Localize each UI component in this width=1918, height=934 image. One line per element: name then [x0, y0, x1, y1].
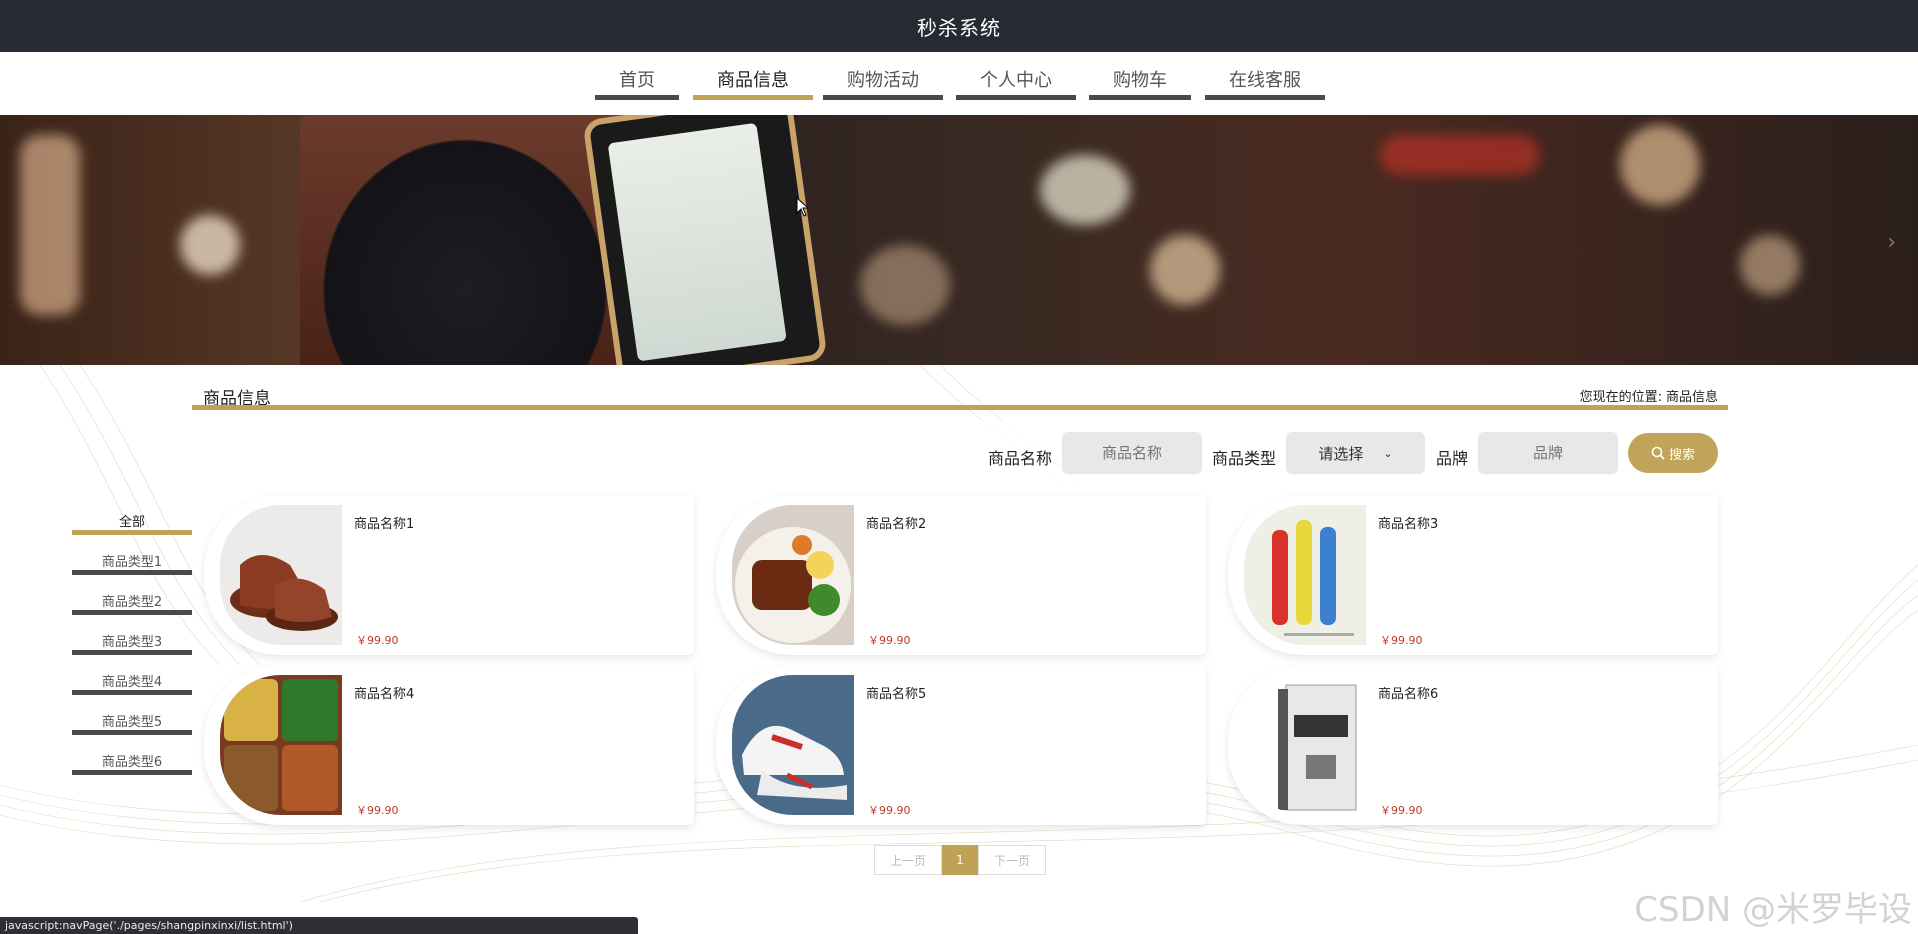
product-type-selected: 请选择	[1318, 444, 1364, 463]
product-price: ￥99.90	[1380, 804, 1423, 817]
breadcrumb: 您现在的位置: 商品信息	[1580, 386, 1718, 405]
product-card[interactable]: 商品名称5 ￥99.90	[716, 665, 1206, 825]
product-name[interactable]: 商品名称3	[1378, 513, 1438, 532]
pagination: 上一页 1 下一页	[874, 845, 1046, 875]
next-page-button[interactable]: 下一页	[978, 845, 1046, 875]
product-name-input[interactable]	[1062, 432, 1202, 474]
prev-page-button[interactable]: 上一页	[874, 845, 942, 875]
banner-carousel[interactable]: ›	[0, 115, 1918, 365]
nav-item-customer-service[interactable]: 在线客服	[1205, 66, 1325, 100]
category-type-2[interactable]: 商品类型2	[72, 591, 192, 615]
nav-item-profile[interactable]: 个人中心	[956, 66, 1076, 100]
book-icon[interactable]	[1244, 675, 1366, 815]
category-type-1[interactable]: 商品类型1	[72, 551, 192, 575]
search-button[interactable]: 搜索	[1628, 433, 1718, 473]
product-card[interactable]: 商品名称1 ￥99.90	[204, 495, 694, 655]
category-all[interactable]: 全部	[72, 511, 192, 535]
search-button-label: 搜索	[1668, 447, 1695, 463]
shoes-icon[interactable]	[220, 505, 342, 645]
app-title: 秒杀系统	[917, 15, 1001, 40]
nav-item-cart[interactable]: 购物车	[1089, 66, 1191, 100]
product-card[interactable]: 商品名称2 ￥99.90	[716, 495, 1206, 655]
product-name[interactable]: 商品名称1	[354, 513, 414, 532]
product-price: ￥99.90	[868, 804, 911, 817]
category-type-6[interactable]: 商品类型6	[72, 751, 192, 775]
category-type-5[interactable]: 商品类型5	[72, 711, 192, 735]
search-icon	[1651, 446, 1665, 460]
product-card[interactable]: 商品名称6 ￥99.90	[1228, 665, 1718, 825]
nav-item-activities[interactable]: 购物活动	[823, 66, 943, 100]
product-price: ￥99.90	[356, 804, 399, 817]
nav-item-home[interactable]: 首页	[595, 66, 679, 100]
top-bar: 秒杀系统	[0, 0, 1918, 52]
product-card[interactable]: 商品名称4 ￥99.90	[204, 665, 694, 825]
product-price: ￥99.90	[1380, 634, 1423, 647]
nav-item-products[interactable]: 商品信息	[693, 66, 813, 100]
category-type-3[interactable]: 商品类型3	[72, 631, 192, 655]
product-type-select[interactable]: 请选择 ⌄	[1286, 432, 1425, 474]
food-dish-icon[interactable]	[732, 505, 854, 645]
product-price: ￥99.90	[868, 634, 911, 647]
brand-label: 品牌	[1436, 449, 1469, 468]
section-divider	[192, 405, 1728, 410]
browser-status-bar: javascript:navPage('./pages/shangpinxinx…	[0, 917, 638, 934]
product-name[interactable]: 商品名称6	[1378, 683, 1438, 702]
mouse-cursor-icon	[796, 197, 810, 217]
product-name[interactable]: 商品名称2	[866, 513, 926, 532]
product-price: ￥99.90	[356, 634, 399, 647]
chevron-down-icon: ⌄	[1383, 446, 1393, 460]
sneaker-icon[interactable]	[732, 675, 854, 815]
main-nav: 首页 商品信息 购物活动 个人中心 购物车 在线客服	[0, 52, 1918, 115]
brand-input[interactable]	[1478, 432, 1618, 474]
product-name[interactable]: 商品名称4	[354, 683, 414, 702]
category-type-4[interactable]: 商品类型4	[72, 671, 192, 695]
product-type-label: 商品类型	[1212, 449, 1277, 468]
breadcrumb-prefix: 您现在的位置:	[1579, 390, 1662, 405]
banner-cup-image	[300, 115, 630, 365]
chevron-right-icon[interactable]: ›	[1887, 230, 1896, 255]
product-name-label: 商品名称	[988, 449, 1053, 468]
bottles-icon[interactable]	[1244, 505, 1366, 645]
breadcrumb-current[interactable]: 商品信息	[1666, 386, 1718, 405]
product-name[interactable]: 商品名称5	[866, 683, 926, 702]
page-number-current[interactable]: 1	[942, 845, 978, 875]
product-card[interactable]: 商品名称3 ￥99.90	[1228, 495, 1718, 655]
bento-box-icon[interactable]	[220, 675, 342, 815]
banner-phone-image	[582, 115, 828, 365]
watermark-text: CSDN @米罗毕设	[1634, 890, 1912, 930]
